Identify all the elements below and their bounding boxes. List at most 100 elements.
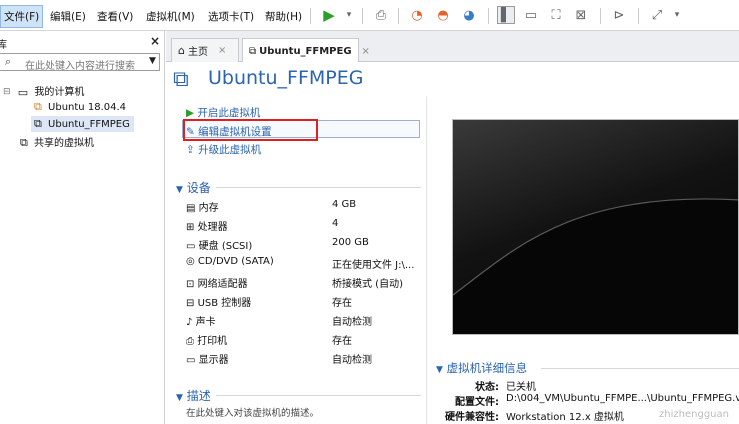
tab-label: 主页: [187, 47, 208, 58]
tab-close-icon[interactable]: ×: [218, 45, 226, 56]
toolbar-separator: [488, 8, 489, 24]
vm-content: ⧉ Ubuntu_FFMPEG ▶ 开启此虚拟机 ✎ 编辑虚拟机设置 ⇪ 升级此…: [166, 62, 739, 424]
stretch-icon[interactable]: ⤢: [648, 6, 666, 24]
tab-close-icon[interactable]: ×: [362, 46, 370, 57]
memory-icon: ▤: [186, 203, 196, 214]
collapse-icon[interactable]: ⊟: [3, 87, 11, 97]
vm-icon: ⧉: [34, 117, 42, 130]
unity-icon[interactable]: ⊠: [572, 6, 590, 24]
device-name: CD/DVD (SATA): [197, 256, 274, 267]
section-title: 描述: [186, 389, 211, 403]
description-section-header[interactable]: ▼ 描述: [176, 387, 211, 404]
library-panel: 库 × ⌕ 在此处键入内容进行搜索 ▼ ⊟ ▭ 我的计算机 ⧉ Ubuntu 1…: [0, 31, 165, 424]
section-title: 虚拟机详细信息: [446, 361, 528, 375]
device-value: 自动检测: [332, 355, 372, 366]
detail-key: 配置文件:: [455, 397, 499, 408]
menu-vm[interactable]: 虚拟机(M): [146, 9, 195, 24]
device-name: 网络适配器: [197, 279, 248, 290]
vm-icon: ⧉: [249, 45, 257, 57]
vm-screen-thumbnail[interactable]: [452, 119, 739, 335]
device-value: 正在使用文件 J:\...: [332, 260, 415, 271]
upgrade-vm-action[interactable]: ⇪ 升级此虚拟机: [186, 142, 261, 157]
vm-icon: ⧉: [34, 100, 42, 113]
tab-strip: ⌂ 主页 × ⧉ Ubuntu_FFMPEG ×: [166, 31, 739, 63]
edit-vm-settings-action[interactable]: ✎ 编辑虚拟机设置: [186, 124, 272, 139]
library-search-box[interactable]: ⌕ 在此处键入内容进行搜索 ▼: [0, 53, 160, 72]
panel-divider: [426, 97, 427, 424]
device-processor[interactable]: ⊞ 处理器: [186, 218, 326, 233]
toolbar-separator: [398, 8, 399, 24]
menu-help[interactable]: 帮助(H): [265, 9, 302, 24]
vm-large-icon: ⧉: [173, 67, 189, 92]
device-hard-disk[interactable]: ▭ 硬盘 (SCSI): [186, 237, 326, 252]
menu-edit[interactable]: 编辑(E): [50, 9, 86, 24]
tree-label: 共享的虚拟机: [34, 138, 95, 149]
send-ctrl-alt-del-icon[interactable]: ⎙: [372, 6, 390, 24]
network-icon: ⊡: [186, 279, 195, 290]
device-network[interactable]: ⊡ 网络适配器: [186, 275, 326, 290]
revert-snapshot-icon[interactable]: ◓: [434, 6, 452, 24]
device-value: 存在: [332, 298, 352, 309]
tab-home[interactable]: ⌂ 主页 ×: [171, 38, 239, 62]
show-library-icon[interactable]: ▌: [497, 6, 515, 24]
snapshot-icon[interactable]: ◔: [408, 6, 426, 24]
tab-ubuntu-ffmpeg[interactable]: ⧉ Ubuntu_FFMPEG ×: [242, 38, 370, 63]
device-memory[interactable]: ▤ 内存: [186, 199, 326, 214]
fullscreen-icon[interactable]: ⛶: [547, 6, 565, 24]
search-dropdown-icon[interactable]: ▼: [149, 56, 156, 66]
tree-my-computer[interactable]: ⊟ ▭ 我的计算机: [3, 83, 84, 99]
details-section-header[interactable]: ▼ 虚拟机详细信息: [436, 360, 527, 376]
detail-value: D:\004_VM\Ubuntu_FFMPE...\Ubuntu_FFMPEG.…: [506, 393, 739, 404]
tree-vm-ubuntu-18[interactable]: ⧉ Ubuntu 18.04.4: [34, 100, 126, 114]
search-placeholder: 在此处键入内容进行搜索: [25, 61, 135, 72]
device-usb[interactable]: ⊟ USB 控制器: [186, 294, 326, 309]
tree-label: Ubuntu_FFMPEG: [48, 119, 130, 130]
thumbnail-bar-icon[interactable]: ▭: [522, 6, 540, 24]
description-placeholder[interactable]: 在此处键入对该虚拟机的描述。: [186, 405, 319, 419]
detail-value: 已关机: [506, 382, 536, 393]
menu-view[interactable]: 查看(V): [97, 9, 133, 24]
action-label: 开启此虚拟机: [197, 107, 261, 119]
device-name: 显示器: [198, 355, 229, 366]
tree-vm-ubuntu-ffmpeg[interactable]: ⧉ Ubuntu_FFMPEG: [31, 116, 134, 132]
library-close-button[interactable]: ×: [150, 34, 160, 48]
section-rule: [216, 395, 421, 396]
detail-key: 状态:: [475, 382, 499, 393]
collapse-arrow-icon: ▼: [176, 393, 183, 403]
section-rule: [541, 368, 739, 369]
watermark-text: zhizhengguan: [659, 409, 729, 420]
toolbar-separator: [600, 8, 601, 24]
menu-file[interactable]: 文件(F): [0, 5, 44, 28]
vm-title: Ubuntu_FFMPEG: [208, 67, 364, 89]
action-label: 编辑虚拟机设置: [198, 126, 272, 138]
console-icon[interactable]: ⊳: [610, 6, 628, 24]
collapse-arrow-icon: ▼: [436, 365, 443, 375]
power-dropdown-icon[interactable]: ▾: [340, 6, 358, 24]
tree-shared-vms[interactable]: ⧉ 共享的虚拟机: [20, 134, 94, 150]
device-value: 4 GB: [332, 199, 357, 210]
device-name: 内存: [198, 203, 219, 214]
toolbar-separator: [310, 8, 311, 24]
device-sound[interactable]: ♪ 声卡: [186, 313, 326, 328]
device-printer[interactable]: ⎙ 打印机: [186, 332, 326, 347]
cd-icon: ◎: [186, 256, 195, 267]
stretch-dropdown-icon[interactable]: ▾: [668, 6, 686, 24]
toolbar-separator: [362, 8, 363, 24]
search-icon: ⌕: [5, 55, 12, 68]
power-on-icon[interactable]: ▶: [320, 6, 338, 24]
snapshot-manager-icon[interactable]: ◕: [460, 6, 478, 24]
device-cd-dvd[interactable]: ◎ CD/DVD (SATA): [186, 256, 326, 267]
devices-section-header[interactable]: ▼ 设备: [176, 179, 211, 196]
collapse-arrow-icon: ▼: [176, 185, 183, 195]
library-header: 库 ×: [0, 31, 165, 51]
tab-label: Ubuntu_FFMPEG: [259, 45, 352, 57]
device-name: 声卡: [195, 317, 216, 328]
menu-tabs[interactable]: 选项卡(T): [208, 9, 254, 24]
device-display[interactable]: ▭ 显示器: [186, 351, 326, 366]
vm-screen-art: [453, 198, 738, 334]
printer-icon: ⎙: [186, 336, 194, 347]
device-value: 200 GB: [332, 237, 369, 248]
power-on-action[interactable]: ▶ 开启此虚拟机: [186, 105, 260, 120]
cpu-icon: ⊞: [186, 222, 195, 233]
section-rule: [216, 187, 421, 188]
